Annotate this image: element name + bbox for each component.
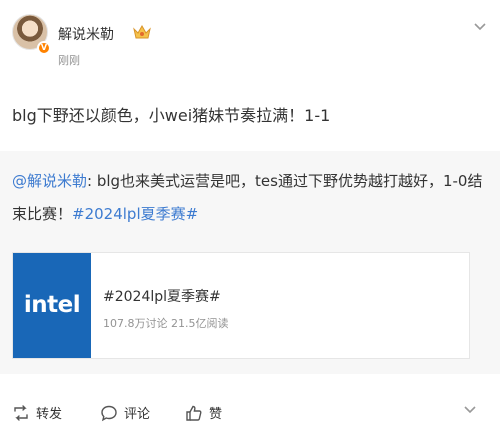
action-toolbar: 转发 评论 赞 bbox=[0, 395, 500, 431]
author-name[interactable]: 解说米勒 bbox=[58, 24, 114, 44]
retweet-text: @解说米勒: blg也来美式运营是吧，tes通过下野优势越打越好，1-0结束比赛… bbox=[12, 165, 490, 231]
chevron-down-icon[interactable] bbox=[462, 405, 478, 415]
topic-card[interactable]: intel #2024lpl夏季赛# 107.8万讨论 21.5亿阅读 bbox=[12, 252, 470, 359]
intel-logo: intel bbox=[13, 253, 91, 358]
card-meta: 107.8万讨论 21.5亿阅读 bbox=[103, 317, 229, 330]
card-title: #2024lpl夏季赛# bbox=[103, 289, 221, 305]
repost-button[interactable]: 转发 bbox=[12, 403, 62, 422]
like-label: 赞 bbox=[209, 407, 223, 422]
topic-link[interactable]: #2024lpl夏季赛# bbox=[72, 205, 198, 223]
more-menu-icon[interactable] bbox=[472, 22, 488, 32]
crown-icon bbox=[133, 24, 151, 39]
repost-icon bbox=[14, 404, 28, 421]
thumbs-up-icon bbox=[186, 405, 202, 421]
comment-label: 评论 bbox=[124, 407, 151, 422]
post-text: blg下野还以颜色，小wei猪妹节奏拉满！1-1 bbox=[12, 106, 331, 125]
verified-badge-icon: V bbox=[37, 41, 51, 55]
comment-button[interactable]: 评论 bbox=[100, 403, 150, 422]
post-time: 刚刚 bbox=[58, 54, 80, 67]
mention-link[interactable]: @解说米勒 bbox=[12, 172, 87, 190]
retweet-block[interactable]: @解说米勒: blg也来美式运营是吧，tes通过下野优势越打越好，1-0结束比赛… bbox=[0, 151, 500, 374]
repost-label: 转发 bbox=[36, 407, 63, 422]
comment-icon bbox=[101, 405, 117, 421]
like-button[interactable]: 赞 bbox=[185, 403, 222, 422]
post-header: V 解说米勒 刚刚 bbox=[12, 12, 488, 68]
